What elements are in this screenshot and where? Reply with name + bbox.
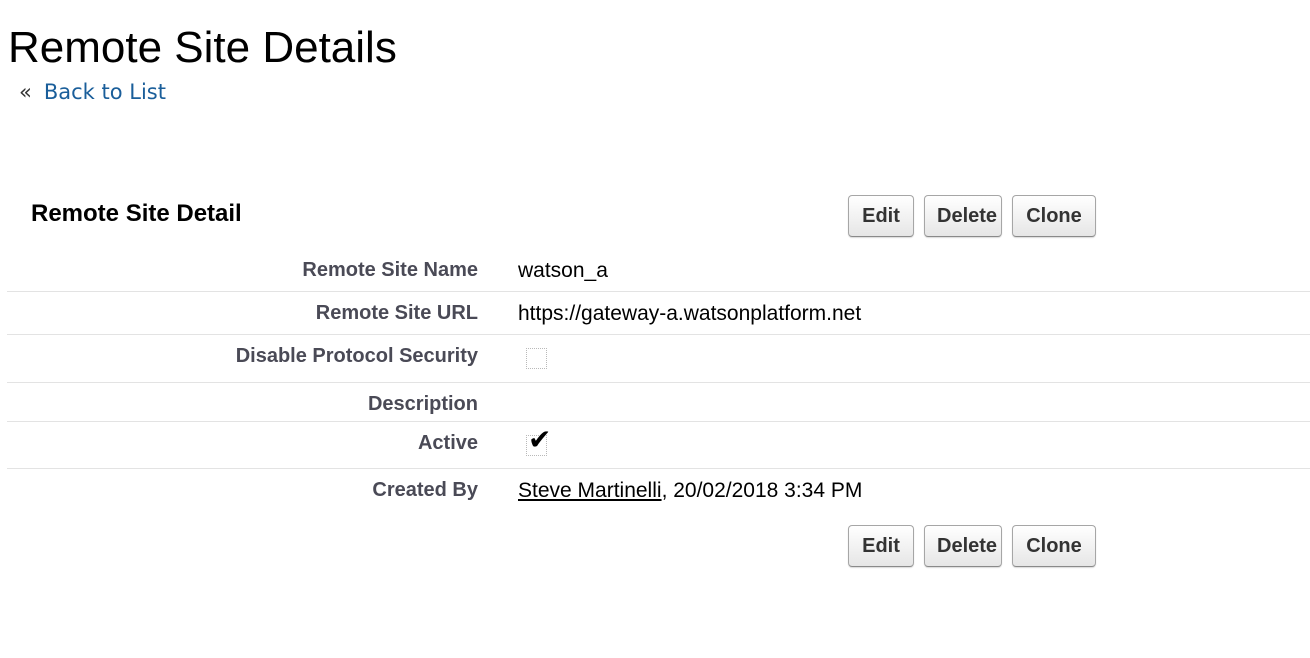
unchecked-checkbox-icon — [526, 348, 547, 369]
field-label: Remote Site URL — [315, 302, 478, 324]
back-arrow-icon: « — [19, 80, 32, 104]
field-value: watson_a — [518, 259, 608, 282]
bottom-button-row: Edit Delete Clone — [848, 525, 1096, 567]
field-label: Active — [417, 432, 478, 454]
delete-button[interactable]: Delete — [924, 195, 1002, 237]
field-value — [478, 383, 518, 421]
field-label: Created By — [372, 479, 478, 501]
field-label: Description — [367, 393, 478, 415]
delete-button-bottom[interactable]: Delete — [924, 525, 1002, 567]
back-breadcrumb: « Back to List — [19, 79, 166, 105]
field-row-active: Active ✔ — [7, 422, 1310, 469]
field-row-created-by: Created By Steve Martinelli, 20/02/2018 … — [7, 469, 1310, 515]
field-value: Steve Martinelli, 20/02/2018 3:34 PM — [478, 469, 862, 515]
edit-button-bottom[interactable]: Edit — [848, 525, 914, 567]
field-value: https://gateway-a.watsonplatform.net — [518, 302, 862, 325]
section-title: Remote Site Detail — [31, 200, 242, 227]
created-date: , 20/02/2018 3:34 PM — [661, 479, 863, 502]
field-row-disable-protocol-security: Disable Protocol Security — [7, 335, 1310, 383]
field-label: Disable Protocol Security — [235, 345, 478, 367]
edit-button[interactable]: Edit — [848, 195, 914, 237]
checked-checkbox-icon: ✔ — [526, 424, 551, 456]
field-label: Remote Site Name — [302, 259, 478, 281]
page-title: Remote Site Details — [8, 23, 397, 72]
field-row-description: Description — [7, 383, 1310, 422]
field-value: ✔ — [478, 422, 551, 468]
field-row-remote-site-name: Remote Site Name watson_a — [7, 249, 1310, 292]
clone-button-bottom[interactable]: Clone — [1012, 525, 1096, 567]
created-by-user-link[interactable]: Steve Martinelli — [518, 479, 662, 502]
back-to-list-link[interactable]: Back to List — [44, 80, 166, 104]
field-value — [478, 335, 547, 382]
detail-table: Remote Site Name watson_a Remote Site UR… — [7, 249, 1310, 515]
top-button-row: Edit Delete Clone — [848, 195, 1096, 237]
field-row-remote-site-url: Remote Site URL https://gateway-a.watson… — [7, 292, 1310, 335]
clone-button[interactable]: Clone — [1012, 195, 1096, 237]
checkmark-icon: ✔ — [528, 423, 552, 456]
